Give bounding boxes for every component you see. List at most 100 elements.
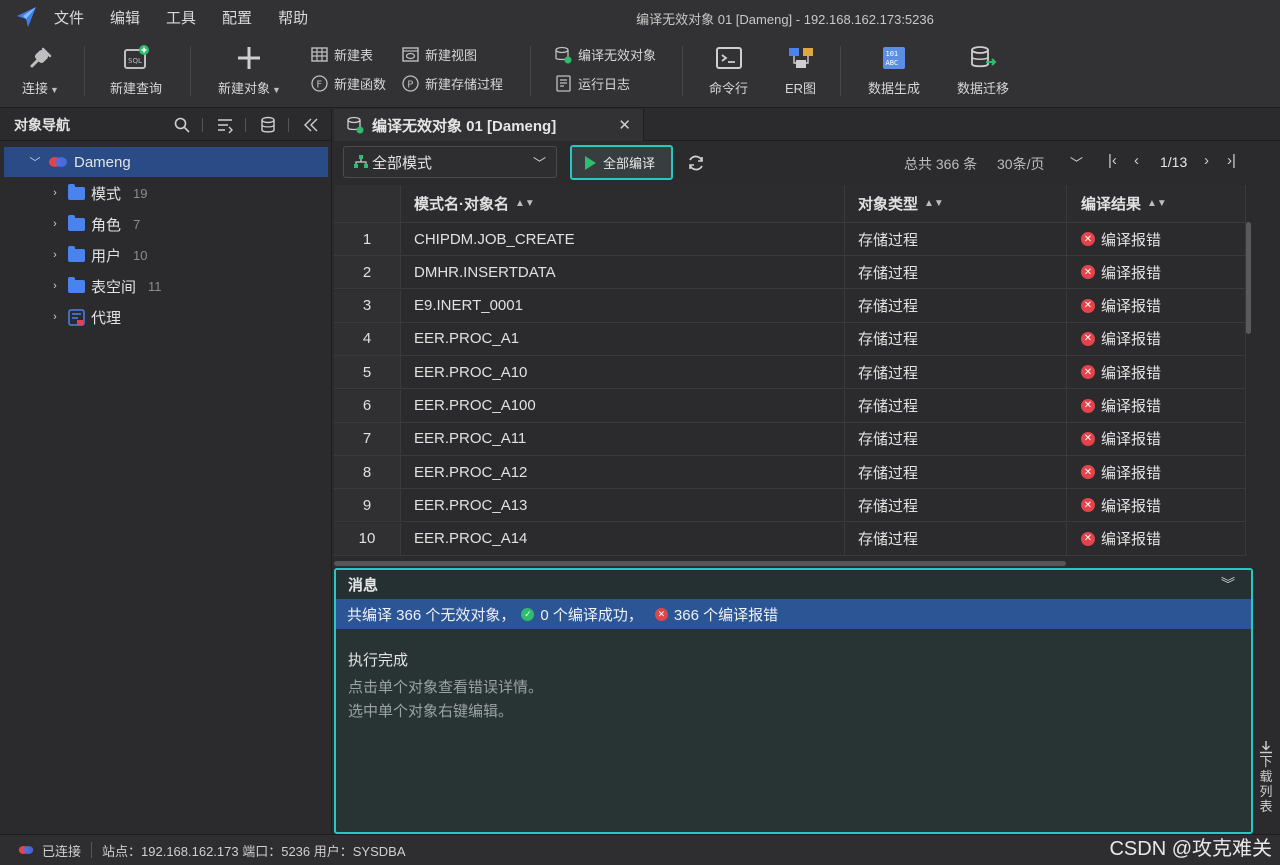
tree-item-schemas[interactable]: › 模式 19	[4, 178, 328, 208]
menu-config[interactable]: 配置	[222, 7, 252, 28]
chevron-right-icon[interactable]: ›	[48, 187, 62, 199]
compile-result-label: 编译报错	[1101, 231, 1162, 249]
sort-icon[interactable]: ▲▼	[1147, 198, 1167, 209]
caret-down-icon: ▼	[272, 85, 281, 95]
new-view-button[interactable]: 新建视图	[401, 45, 477, 64]
tree-item-dameng[interactable]: ﹀ Dameng	[4, 147, 328, 177]
compile-result-cell: ✕ 编译报错	[1067, 389, 1246, 422]
menu-help[interactable]: 帮助	[278, 7, 308, 28]
data-migration-button[interactable]: 数据迁移	[957, 42, 1009, 97]
object-name-cell: EER.PROC_A100	[401, 389, 845, 422]
refresh-icon[interactable]	[686, 153, 706, 173]
object-type-cell: 存储过程	[845, 256, 1067, 289]
tree-item-count: 7	[133, 216, 141, 232]
command-line-button[interactable]: 命令行	[709, 42, 748, 97]
summary-success: 0 个编译成功，	[540, 606, 643, 624]
er-diagram-button[interactable]: ER图	[785, 42, 816, 97]
last-page-icon[interactable]: ›|	[1227, 152, 1236, 169]
row-number: 8	[334, 456, 401, 489]
table-row[interactable]: 9 EER.PROC_A13 存储过程 ✕ 编译报错	[334, 489, 1246, 523]
data-generation-button[interactable]: 101 ABC 数据生成	[868, 42, 920, 97]
grid-header: 模式名·对象名 ▲▼ 对象类型 ▲▼ 编译结果 ▲▼	[334, 185, 1246, 223]
new-procedure-button[interactable]: P 新建存储过程	[401, 74, 503, 93]
folder-icon	[68, 245, 85, 262]
chevron-down-icon[interactable]: ﹀	[28, 154, 42, 170]
menu-file[interactable]: 文件	[54, 7, 84, 28]
sort-icon[interactable]: ▲▼	[924, 198, 944, 209]
table-row[interactable]: 3 E9.INERT_0001 存储过程 ✕ 编译报错	[334, 289, 1246, 323]
chevron-right-icon[interactable]: ›	[48, 280, 62, 292]
chevron-right-icon[interactable]: ›	[48, 249, 62, 261]
navigator-header: 对象导航	[0, 109, 331, 141]
data-migration-label: 数据迁移	[957, 81, 1010, 96]
table-row[interactable]: 7 EER.PROC_A11 存储过程 ✕ 编译报错	[334, 422, 1246, 456]
download-list-button[interactable]: 下 载 列 表	[1256, 740, 1276, 814]
vertical-scrollbar[interactable]	[1246, 222, 1251, 334]
collapse-left-icon[interactable]	[302, 116, 320, 134]
search-icon[interactable]	[173, 116, 191, 134]
close-icon[interactable]: ✕	[618, 116, 631, 134]
procedure-icon: P	[401, 75, 419, 92]
object-type-cell: 存储过程	[845, 322, 1067, 355]
download-label-char: 表	[1259, 799, 1273, 814]
prev-page-icon[interactable]: ‹	[1134, 152, 1139, 169]
terminal-icon	[715, 47, 742, 69]
table-row[interactable]: 1 CHIPDM.JOB_CREATE 存储过程 ✕ 编译报错	[334, 223, 1246, 256]
object-name-cell: EER.PROC_A13	[401, 489, 845, 522]
table-row[interactable]: 5 EER.PROC_A10 存储过程 ✕ 编译报错	[334, 356, 1246, 390]
sort-icon[interactable]: ▲▼	[515, 198, 535, 209]
column-header-result[interactable]: 编译结果 ▲▼	[1067, 185, 1246, 222]
error-x-icon: ✕	[654, 607, 668, 621]
plus-icon	[238, 47, 261, 69]
compile-all-button[interactable]: 全部编译	[570, 145, 673, 180]
new-query-button[interactable]: SQL 新建查询	[110, 42, 162, 97]
first-page-icon[interactable]: |‹	[1108, 152, 1117, 169]
compile-result-label: 编译报错	[1101, 331, 1162, 349]
new-object-button[interactable]: 新建对象 ▼	[218, 42, 281, 97]
compile-all-label: 全部编译	[603, 156, 656, 171]
run-log-button[interactable]: 运行日志	[554, 74, 630, 93]
page-indicator: 1/13	[1160, 154, 1188, 170]
menubar: 文件 编辑 工具 配置 帮助 编译无效对象 01 [Dameng] - 192.…	[0, 0, 1280, 34]
message-panel-title: 消息	[348, 577, 379, 594]
page-size-select[interactable]: 30条/页	[997, 154, 1044, 174]
data-generation-label: 数据生成	[868, 81, 921, 96]
chevron-right-icon[interactable]: ›	[48, 311, 62, 323]
collapse-down-icon[interactable]: ︾	[1221, 574, 1235, 594]
new-table-button[interactable]: 新建表	[310, 45, 373, 64]
tree-item-label: 表空间	[91, 278, 137, 296]
compile-invalid-label: 编译无效对象	[578, 48, 657, 63]
column-header-type[interactable]: 对象类型 ▲▼	[845, 185, 1067, 222]
new-function-button[interactable]: F 新建函数	[310, 74, 386, 93]
tree-item-tablespaces[interactable]: › 表空间 11	[4, 271, 328, 301]
database-icon[interactable]	[259, 116, 277, 134]
compile-invalid-button[interactable]: 编译无效对象	[554, 45, 656, 64]
menu-edit[interactable]: 编辑	[110, 7, 140, 28]
next-page-icon[interactable]: ›	[1204, 152, 1209, 169]
compile-summary-row[interactable]: 共编译 366 个无效对象， ✓ 0 个编译成功， ✕ 366 个编译报错	[336, 599, 1251, 629]
table-row[interactable]: 10 EER.PROC_A14 存储过程 ✕ 编译报错	[334, 522, 1246, 556]
schema-select[interactable]: 全部模式 ﹀	[343, 146, 557, 178]
tree-item-agent[interactable]: › 代理	[4, 302, 328, 332]
table-row[interactable]: 6 EER.PROC_A100 存储过程 ✕ 编译报错	[334, 389, 1246, 423]
row-number-header	[334, 185, 401, 222]
horizontal-scrollbar[interactable]	[334, 561, 1066, 566]
tree-item-roles[interactable]: › 角色 7	[4, 209, 328, 239]
table-row[interactable]: 8 EER.PROC_A12 存储过程 ✕ 编译报错	[334, 456, 1246, 490]
chevron-right-icon[interactable]: ›	[48, 218, 62, 230]
column-header-name[interactable]: 模式名·对象名 ▲▼	[401, 185, 845, 222]
compile-result-label: 编译报错	[1101, 531, 1162, 549]
new-object-label: 新建对象	[218, 81, 271, 96]
table-row[interactable]: 4 EER.PROC_A1 存储过程 ✕ 编译报错	[334, 322, 1246, 356]
tree-item-users[interactable]: › 用户 10	[4, 240, 328, 270]
chevron-down-icon[interactable]: ﹀	[1070, 153, 1083, 172]
tree-item-count: 11	[148, 278, 162, 294]
menu-tools[interactable]: 工具	[166, 7, 196, 28]
status-bar: 已连接 站点：192.168.162.173 端口：5236 用户：SYSDBA	[0, 834, 1280, 865]
connect-button[interactable]: 连接 ▼	[22, 42, 59, 97]
tab-compile-invalid[interactable]: 编译无效对象 01 [Dameng] ✕	[334, 109, 644, 141]
row-number: 7	[334, 422, 401, 455]
table-row[interactable]: 2 DMHR.INSERTDATA 存储过程 ✕ 编译报错	[334, 256, 1246, 290]
filter-list-icon[interactable]	[216, 116, 234, 134]
row-number: 9	[334, 489, 401, 522]
